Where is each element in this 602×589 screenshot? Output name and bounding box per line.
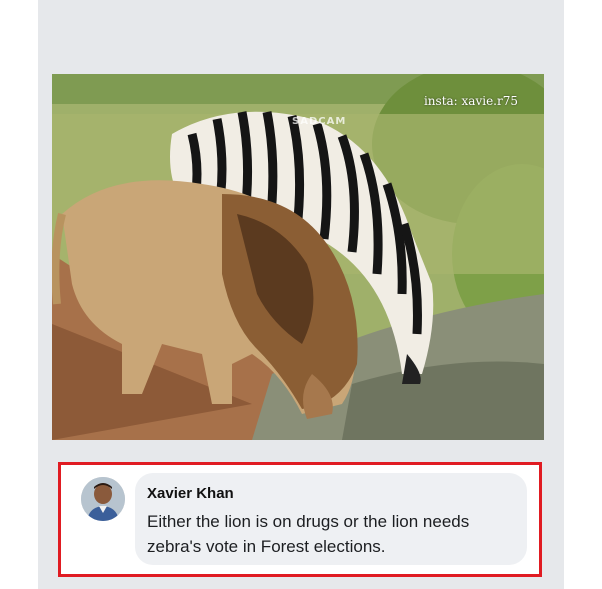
photo-watermark: insta: xavie.r75	[423, 94, 518, 108]
highlighted-comment: Xavier Khan Either the lion is on drugs …	[58, 462, 542, 577]
photo-stamp: SADCAM	[292, 116, 347, 127]
comment-bubble[interactable]: Xavier Khan Either the lion is on drugs …	[135, 473, 527, 565]
post-photo[interactable]: SADCAM insta: xavie.r75	[52, 74, 544, 440]
user-avatar-icon[interactable]	[81, 477, 125, 521]
comment-author[interactable]: Xavier Khan	[147, 485, 234, 502]
lion-zebra-photo	[52, 74, 544, 440]
comment-text: Either the lion is on drugs or the lion …	[147, 512, 470, 556]
